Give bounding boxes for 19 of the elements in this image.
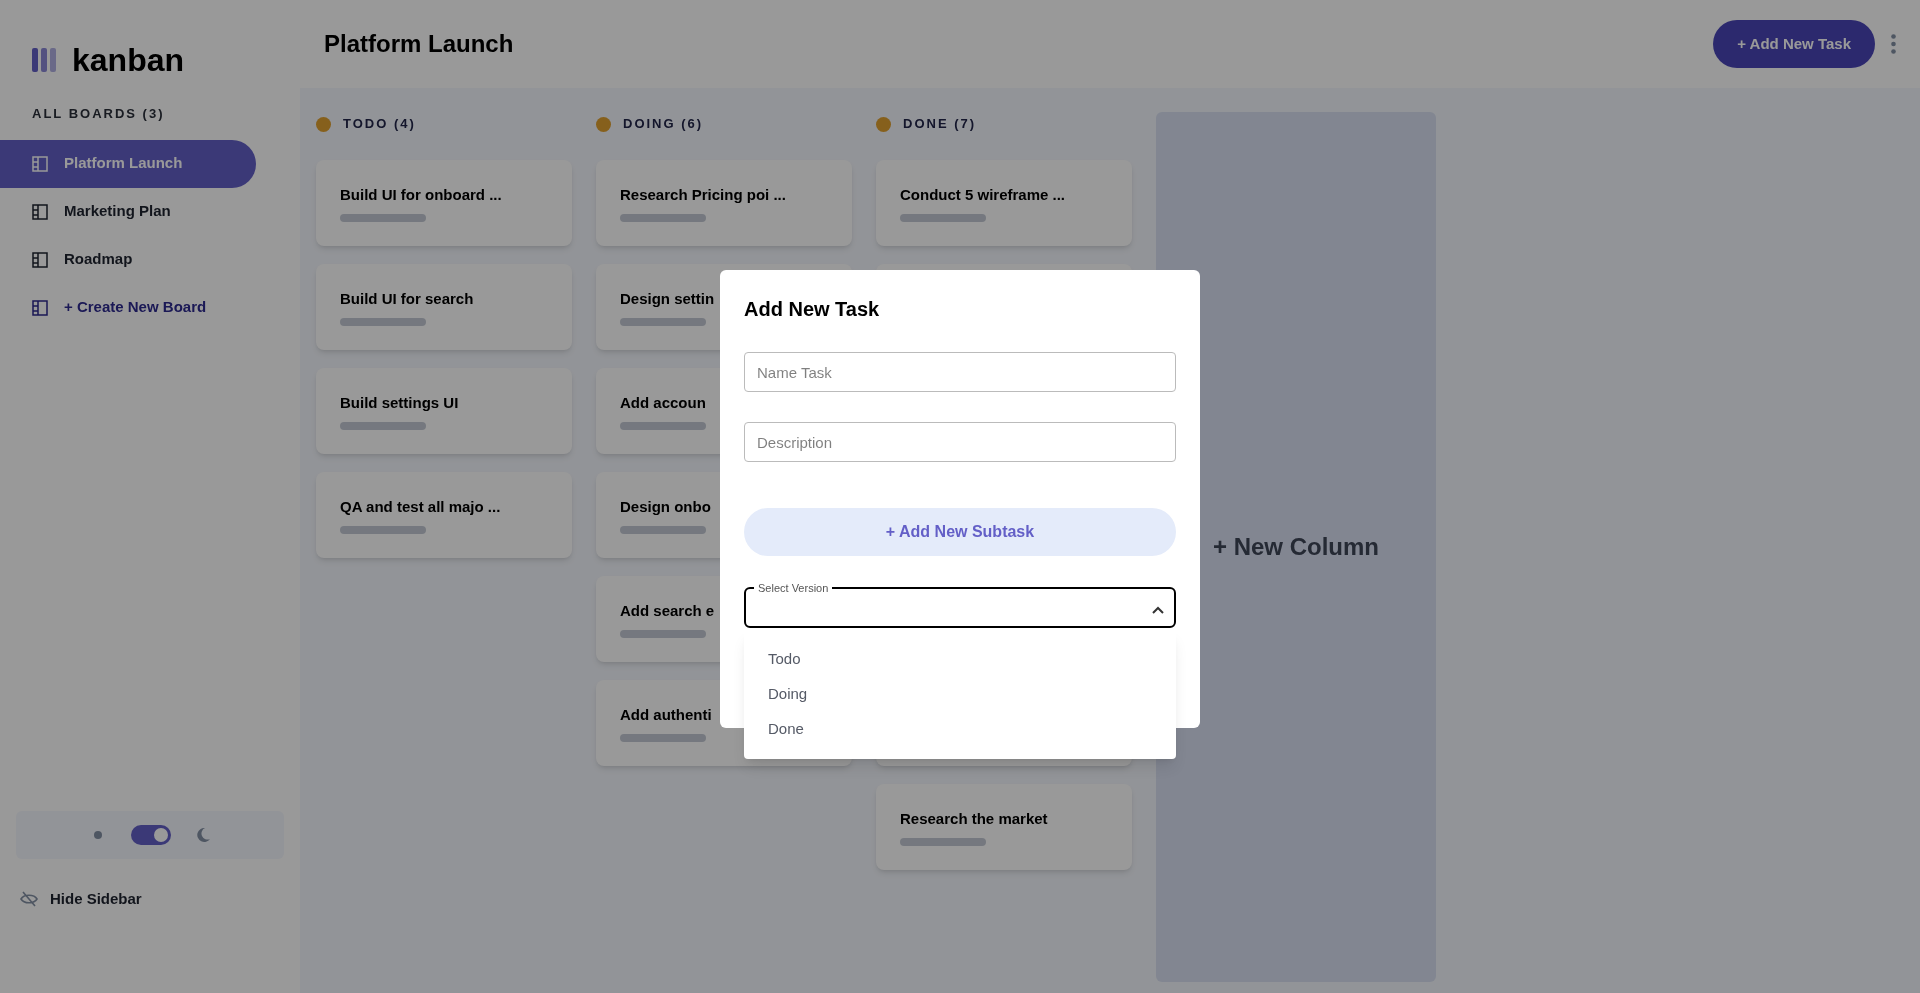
card-title: Add search e [620, 600, 715, 621]
card-title: Build UI for search [340, 288, 474, 309]
board-title: Platform Launch [324, 29, 514, 59]
section-heading: ALL BOARDS (3) [31, 105, 166, 123]
column-heading: DOING (6) [623, 115, 704, 134]
column-heading: TODO (4) [343, 115, 416, 134]
card-title: Conduct 5 wireframe ... [900, 184, 1066, 205]
card-title: Build settings UI [340, 392, 459, 413]
card-title: Design onbo [620, 496, 711, 517]
card-title: Build UI for onboard ... [340, 184, 502, 205]
dialog-title: Add New Task [744, 297, 881, 322]
card-title: Add accoun [620, 392, 706, 413]
card-title: Add authenti [620, 704, 712, 725]
card-title: Design settin [620, 288, 715, 309]
card-title: QA and test all majo ... [340, 496, 501, 517]
card-title: Research the market [900, 808, 1048, 829]
card-title: Research Pricing poi ... [620, 184, 786, 205]
logo-text: kanban [72, 41, 185, 80]
column-heading: DONE (7) [903, 115, 977, 134]
